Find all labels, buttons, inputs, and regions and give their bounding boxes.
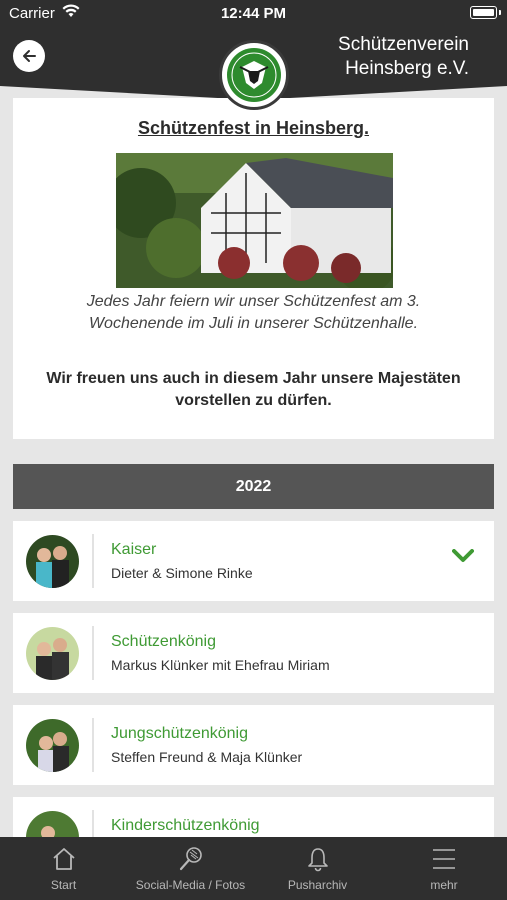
divider xyxy=(92,626,94,680)
header-title-line-1: Schützenverein xyxy=(338,34,469,55)
intro-card: Schützenfest in Heinsberg. Jedes Jahr fe… xyxy=(13,98,494,439)
majesty-names: Steffen Freund & Maja Klünker xyxy=(111,749,303,765)
intro-title: Schützenfest in Heinsberg. xyxy=(137,118,370,138)
year-label: 2022 xyxy=(235,477,272,495)
tab-social-media[interactable]: Social-Media / Fotos xyxy=(127,837,254,900)
club-logo xyxy=(219,40,289,110)
camera-icon xyxy=(178,846,204,875)
header-title-line-2: Heinsberg e.V. xyxy=(345,58,469,79)
tab-mehr[interactable]: mehr xyxy=(381,837,507,900)
tab-label: Start xyxy=(50,878,77,892)
home-icon xyxy=(51,846,77,875)
clock: 12:44 PM xyxy=(220,5,287,22)
avatar xyxy=(26,627,79,680)
intro-description: Jedes Jahr feiern wir unser Schützenfest… xyxy=(86,293,421,332)
intro-announcement: Wir freuen uns auch in diesem Jahr unser… xyxy=(46,370,461,409)
year-header[interactable]: 2022 xyxy=(13,464,494,509)
majesty-row-kaiser[interactable]: Kaiser Dieter & Simone Rinke xyxy=(13,521,494,601)
avatar xyxy=(26,535,79,588)
menu-icon xyxy=(431,846,457,875)
majesty-title: Kinderschützenkönig xyxy=(111,817,260,834)
divider xyxy=(92,718,94,772)
majesty-names: Dieter & Simone Rinke xyxy=(111,565,253,581)
tab-label: Pusharchiv xyxy=(287,878,348,892)
majesty-title: Kaiser xyxy=(111,541,157,558)
majesty-names: Markus Klünker mit Ehefrau Miriam xyxy=(111,657,330,673)
arrow-left-icon xyxy=(23,50,36,62)
tab-label: Social-Media / Fotos xyxy=(135,878,246,892)
back-button[interactable] xyxy=(13,40,45,72)
status-bar: Carrier 12:44 PM xyxy=(0,0,507,28)
chevron-down-icon[interactable] xyxy=(452,549,474,568)
tab-bar: Start Social-Media / Fotos Pusharchiv me… xyxy=(0,837,507,900)
tab-start[interactable]: Start xyxy=(0,837,127,900)
divider xyxy=(92,534,94,588)
majesty-title: Schützenkönig xyxy=(111,633,216,650)
battery-icon xyxy=(470,6,501,19)
header-title: Schützenverein Heinsberg e.V. xyxy=(269,33,469,81)
majesty-row-jungschuetzenkoenig[interactable]: Jungschützenkönig Steffen Freund & Maja … xyxy=(13,705,494,785)
majesty-title: Jungschützenkönig xyxy=(111,725,248,742)
schuetzenhalle-photo xyxy=(116,153,393,288)
majesty-row-schuetzenkoenig[interactable]: Schützenkönig Markus Klünker mit Ehefrau… xyxy=(13,613,494,693)
bell-icon xyxy=(305,846,331,875)
avatar xyxy=(26,719,79,772)
tab-pusharchiv[interactable]: Pusharchiv xyxy=(254,837,381,900)
tab-label: mehr xyxy=(430,878,458,892)
